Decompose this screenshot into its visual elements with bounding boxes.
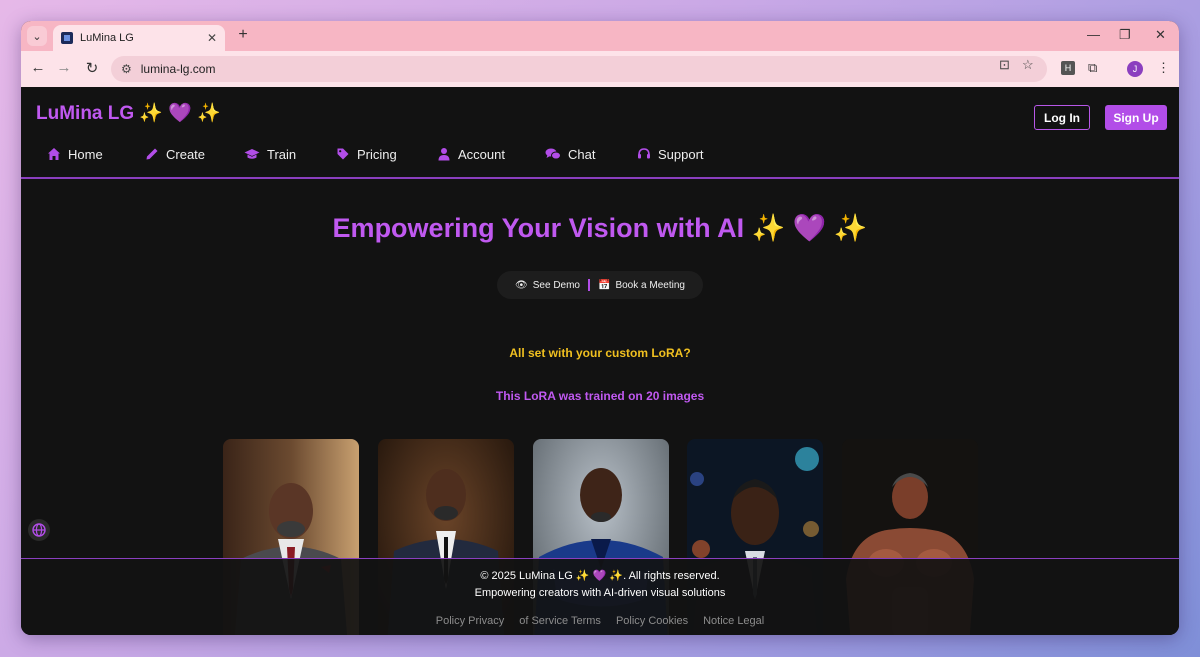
nav-item-support[interactable]: Support bbox=[637, 147, 704, 162]
favicon-icon bbox=[61, 32, 73, 44]
footer-tagline: Empowering creators with AI-driven visua… bbox=[474, 587, 726, 599]
tag-icon bbox=[337, 148, 349, 160]
hero-title: Empowering Your Vision with AI ✨ 💜 ✨ bbox=[332, 213, 868, 243]
minimize-button[interactable]: — bbox=[1087, 27, 1100, 42]
footer-links: Policy Privacy of Service Terms Policy C… bbox=[21, 615, 1179, 627]
pencil-icon bbox=[146, 148, 158, 160]
eye-icon: 👁 bbox=[515, 279, 528, 291]
footer-link-terms[interactable]: of Service Terms bbox=[519, 615, 601, 627]
pill-separator bbox=[588, 279, 590, 291]
extension-h-icon[interactable]: H bbox=[1061, 61, 1075, 75]
nav-item-pricing[interactable]: Pricing bbox=[336, 147, 397, 162]
footer-copyright: © 2025 LuMina LG ✨ 💜 ✨. All rights reser… bbox=[480, 570, 720, 582]
language-globe-button[interactable] bbox=[28, 519, 50, 541]
address-bar[interactable]: ⚙ lumina-lg.com bbox=[111, 56, 1047, 82]
install-app-icon[interactable]: ⊡ bbox=[999, 57, 1010, 73]
footer-link-legal[interactable]: Notice Legal bbox=[703, 615, 764, 627]
footer: © 2025 LuMina LG ✨ 💜 ✨. All rights reser… bbox=[21, 558, 1179, 635]
footer-link-cookies[interactable]: Policy Cookies bbox=[616, 615, 688, 627]
url-text: lumina-lg.com bbox=[140, 62, 216, 76]
new-tab-button[interactable]: + bbox=[233, 26, 253, 44]
tab-bar: ⌄ LuMina LG ✕ + — ❐ ✕ bbox=[21, 21, 1179, 51]
cta-pill: 👁 See Demo 📅 Book a Meeting bbox=[497, 271, 703, 299]
headset-icon bbox=[638, 148, 650, 159]
lora-question: All set with your custom LoRA? bbox=[509, 346, 691, 360]
restore-button[interactable]: ❐ bbox=[1119, 27, 1131, 43]
browser-tab[interactable]: LuMina LG ✕ bbox=[53, 25, 225, 51]
nav-item-home[interactable]: Home bbox=[47, 147, 103, 162]
site-info-icon[interactable]: ⚙ bbox=[121, 62, 132, 76]
tab-title: LuMina LG bbox=[80, 32, 134, 44]
tab-search-button[interactable]: ⌄ bbox=[27, 26, 47, 46]
home-icon bbox=[48, 148, 60, 160]
bookmark-star-icon[interactable]: ☆ bbox=[1022, 57, 1034, 73]
more-menu-icon[interactable]: ⋮ bbox=[1157, 60, 1170, 76]
login-button[interactable]: Log In bbox=[1034, 105, 1090, 130]
nav-divider bbox=[21, 177, 1179, 179]
close-window-button[interactable]: ✕ bbox=[1155, 27, 1166, 43]
forward-icon[interactable]: → bbox=[54, 59, 74, 76]
chat-icon bbox=[545, 148, 561, 160]
extensions-puzzle-icon[interactable]: ⧉ bbox=[1088, 60, 1097, 76]
brand-logo[interactable]: LuMina LG ✨ 💜 ✨ bbox=[36, 101, 221, 125]
book-meeting-button[interactable]: 📅 Book a Meeting bbox=[598, 280, 685, 291]
calendar-icon: 📅 bbox=[598, 279, 611, 291]
browser-window: ⌄ LuMina LG ✕ + — ❐ ✕ ← → ↻ ⚙ lumina-lg.… bbox=[21, 21, 1179, 635]
nav-item-create[interactable]: Create bbox=[145, 147, 205, 162]
tab-close-icon[interactable]: ✕ bbox=[207, 31, 217, 45]
nav-item-account[interactable]: Account bbox=[437, 147, 505, 162]
graduation-cap-icon bbox=[244, 149, 260, 159]
user-icon bbox=[438, 148, 450, 161]
see-demo-button[interactable]: 👁 See Demo bbox=[515, 280, 580, 291]
browser-toolbar: ← → ↻ ⚙ lumina-lg.com ⊡ ☆ H ⧉ J ⋮ bbox=[21, 51, 1179, 87]
globe-icon bbox=[32, 523, 46, 537]
reload-icon[interactable]: ↻ bbox=[82, 59, 102, 77]
nav-item-chat[interactable]: Chat bbox=[545, 147, 595, 162]
lora-trained-info: This LoRA was trained on 20 images bbox=[495, 389, 705, 403]
page-content: LuMina LG ✨ 💜 ✨ Log In Sign Up Home Crea… bbox=[21, 87, 1179, 635]
signup-button[interactable]: Sign Up bbox=[1105, 105, 1167, 130]
profile-avatar[interactable]: J bbox=[1127, 61, 1143, 77]
back-icon[interactable]: ← bbox=[28, 59, 48, 76]
nav-item-train[interactable]: Train bbox=[244, 147, 296, 162]
footer-link-privacy[interactable]: Policy Privacy bbox=[436, 615, 504, 627]
